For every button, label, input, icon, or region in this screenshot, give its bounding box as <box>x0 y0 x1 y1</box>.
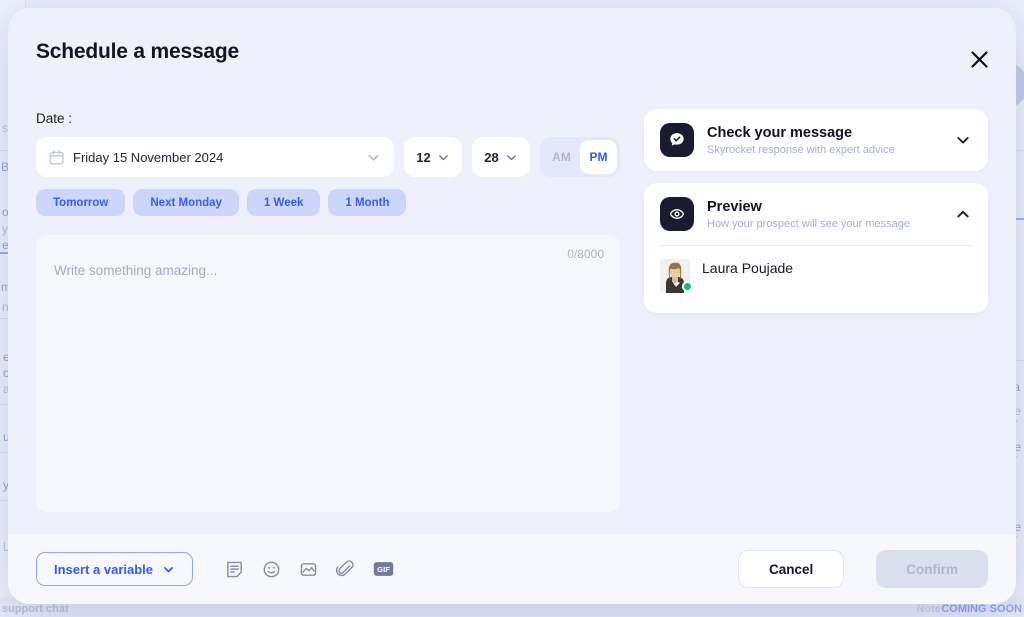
chevron-down-icon <box>368 154 379 161</box>
check-your-message-text: Check your message Skyrocket response wi… <box>707 124 941 157</box>
calendar-icon <box>49 149 64 165</box>
date-label: Date : <box>36 111 73 126</box>
minute-value: 28 <box>484 149 499 165</box>
emoji-icon[interactable] <box>262 560 281 579</box>
insert-variable-button[interactable]: Insert a variable <box>36 552 193 586</box>
confirm-button: Confirm <box>876 550 988 588</box>
template-note-icon[interactable] <box>225 560 244 579</box>
meridiem-pm-option[interactable]: PM <box>580 140 617 174</box>
quick-date-chip[interactable]: 1 Week <box>246 189 321 216</box>
preview-toggle[interactable] <box>954 206 972 222</box>
close-icon <box>970 50 988 68</box>
emoji-glyph <box>263 561 280 577</box>
chevron-up-icon <box>957 210 969 218</box>
schedule-message-modal: Schedule a message Date : Friday 15 Nove… <box>8 8 1016 604</box>
check-your-message-title: Check your message <box>707 124 853 141</box>
check-your-message-toggle[interactable] <box>954 132 972 148</box>
meridiem-am-option[interactable]: AM <box>543 140 580 174</box>
hour-value: 12 <box>416 149 431 165</box>
paperclip-glyph <box>336 559 354 576</box>
message-check-icon <box>660 123 694 157</box>
image-icon[interactable] <box>299 560 318 579</box>
chevron-down-icon <box>506 154 516 160</box>
minute-select[interactable]: 28 <box>472 137 530 177</box>
quick-date-chips: Tomorrow Next Monday 1 Week 1 Month <box>36 189 620 216</box>
background-support-chat-label: support chat <box>2 603 69 615</box>
side-panels-column: Check your message Skyrocket response wi… <box>644 92 988 534</box>
eye-icon <box>660 197 694 231</box>
modal-body: Date : Friday 15 November 2024 12 28 AM … <box>8 92 1016 534</box>
preview-card: Preview How your prospect will see your … <box>644 183 988 313</box>
hour-select[interactable]: 12 <box>404 137 462 177</box>
eye-glyph <box>669 209 685 219</box>
avatar <box>660 259 693 293</box>
preview-subtitle: How your prospect will see your message <box>707 218 910 231</box>
quick-date-chip[interactable]: Next Monday <box>133 189 239 216</box>
date-time-row: Friday 15 November 2024 12 28 AM PM <box>36 137 620 177</box>
preview-body: Laura Poujade <box>644 246 988 313</box>
image-glyph <box>300 562 317 576</box>
chevron-down-icon <box>438 154 448 160</box>
cancel-button[interactable]: Cancel <box>737 550 845 588</box>
check-your-message-header[interactable]: Check your message Skyrocket response wi… <box>644 109 988 171</box>
preview-contact-name: Laura Poujade <box>702 260 794 276</box>
message-editor[interactable]: 0/8000 Write something amazing... <box>36 235 620 512</box>
gif-icon[interactable]: GIF <box>373 561 394 577</box>
message-input-placeholder: Write something amazing... <box>54 263 218 278</box>
attachment-icon[interactable] <box>336 559 355 579</box>
quick-date-chip[interactable]: 1 Month <box>328 189 407 216</box>
message-check-glyph <box>670 133 684 146</box>
svg-text:GIF: GIF <box>377 565 390 574</box>
quick-date-chip[interactable]: Tomorrow <box>36 189 126 216</box>
background-coming-soon-badge: COMING SOON <box>941 603 1022 615</box>
background-note-label: Note <box>916 603 941 615</box>
modal-header: Schedule a message <box>8 8 1016 92</box>
modal-footer: Insert a variable GIF Cancel Confirm <box>8 534 1016 604</box>
gif-glyph: GIF <box>373 562 394 576</box>
chevron-down-icon <box>164 566 173 572</box>
editor-tools: GIF <box>225 559 394 579</box>
date-value: Friday 15 November 2024 <box>73 149 224 165</box>
template-note-glyph <box>227 561 242 577</box>
meridiem-toggle: AM PM <box>540 137 620 177</box>
preview-header[interactable]: Preview How your prospect will see your … <box>644 183 988 245</box>
date-picker[interactable]: Friday 15 November 2024 <box>36 137 394 177</box>
online-status-indicator <box>682 281 693 292</box>
check-your-message-card: Check your message Skyrocket response wi… <box>644 109 988 171</box>
preview-title: Preview <box>707 198 762 215</box>
character-counter: 0/8000 <box>567 247 604 261</box>
insert-variable-label: Insert a variable <box>54 561 153 577</box>
close-button[interactable] <box>964 44 994 74</box>
check-your-message-subtitle: Skyrocket response with expert advice <box>707 144 895 157</box>
page-title: Schedule a message <box>36 40 240 63</box>
compose-column: Date : Friday 15 November 2024 12 28 AM … <box>36 92 620 534</box>
chevron-down-icon <box>957 137 969 144</box>
preview-text: Preview How your prospect will see your … <box>707 198 941 231</box>
